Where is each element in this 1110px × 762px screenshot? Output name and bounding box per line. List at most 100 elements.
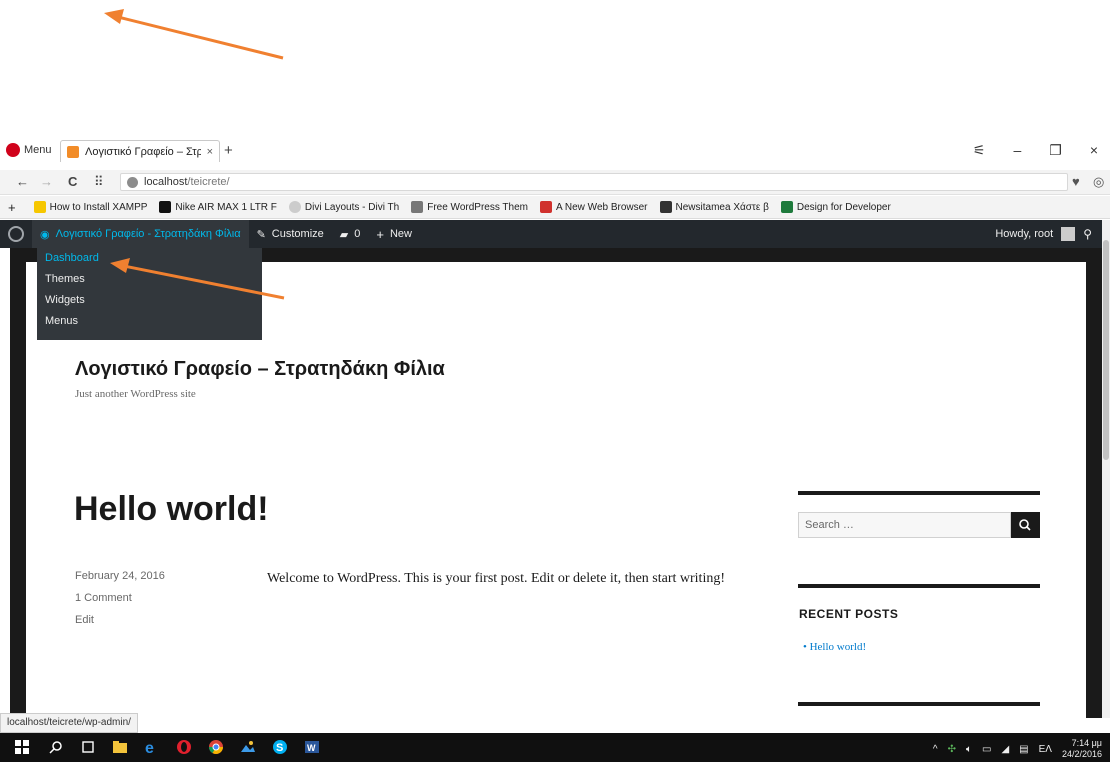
- reload-icon[interactable]: C: [68, 174, 77, 189]
- bookmark-favicon-icon: [780, 201, 793, 213]
- dropdown-item-widgets[interactable]: Widgets: [37, 290, 262, 311]
- wp-admin-bar: ◉ Λογιστικό Γραφείο - Στρατηδάκη Φίλια ✎…: [0, 220, 1102, 248]
- url-host: localhost: [144, 176, 188, 188]
- bookmark-item[interactable]: Newsitamea Χάστε β: [659, 201, 769, 213]
- widget-divider: [798, 702, 1040, 706]
- recent-posts-title: RECENT POSTS: [799, 607, 899, 621]
- site-name-menu[interactable]: ◉ Λογιστικό Γραφείο - Στρατηδάκη Φίλια: [32, 220, 249, 248]
- easy-setup-icon[interactable]: ⚟: [973, 142, 986, 159]
- battery-icon[interactable]: ▭: [982, 744, 991, 755]
- dashboard-icon: ◉: [40, 228, 50, 241]
- speed-dial-icon[interactable]: ⠿: [94, 174, 104, 190]
- plus-icon: +: [376, 226, 384, 242]
- bookmark-favicon-icon: [659, 201, 672, 213]
- site-title[interactable]: Λογιστικό Γραφείο – Στρατηδάκη Φίλια: [75, 358, 445, 381]
- network-app-icon[interactable]: ✣: [948, 744, 956, 755]
- clock-date: 24/2/2016: [1061, 749, 1102, 759]
- bookmark-item[interactable]: How to Install XAMPP: [33, 201, 148, 213]
- window-controls: ⚟ – ❐ ×: [973, 142, 1098, 159]
- close-window-button[interactable]: ×: [1090, 142, 1098, 159]
- search-icon: [1019, 519, 1031, 531]
- post-edit-link[interactable]: Edit: [75, 614, 94, 626]
- skype-icon[interactable]: S: [272, 739, 288, 755]
- status-url-tooltip: localhost/teicrete/wp-admin/: [0, 713, 138, 733]
- bookmark-label: A New Web Browser: [556, 201, 648, 213]
- bookmark-favicon-icon: [159, 201, 172, 213]
- add-bookmark-icon[interactable]: +: [8, 200, 16, 215]
- url-field[interactable]: localhost/teicrete/: [120, 173, 1068, 191]
- post-comments-link[interactable]: 1 Comment: [75, 592, 132, 604]
- dropdown-item-dashboard[interactable]: Dashboard: [37, 248, 262, 269]
- opera-menu-button[interactable]: Menu: [6, 142, 52, 158]
- clock[interactable]: 7:14 μμ 24/2/2016: [1062, 738, 1102, 760]
- input-language[interactable]: ΕΛ: [1039, 744, 1052, 755]
- avatar[interactable]: [1061, 227, 1076, 241]
- svg-text:e: e: [145, 740, 154, 755]
- browser-tab[interactable]: Λογιστικό Γραφείο – Στρα ×: [60, 140, 220, 162]
- recent-post-link[interactable]: • Hello world!: [803, 641, 866, 653]
- url-path: /teicrete/: [187, 176, 230, 188]
- volume-icon[interactable]: 🔈︎: [966, 744, 972, 755]
- minimize-button[interactable]: –: [1013, 142, 1021, 159]
- clock-time: 7:14 μμ: [1071, 738, 1102, 748]
- bookmark-item[interactable]: A New Web Browser: [540, 201, 648, 213]
- profile-icon[interactable]: ◎: [1093, 174, 1104, 190]
- svg-text:W: W: [307, 743, 316, 753]
- search-icon[interactable]: ⚲: [1083, 227, 1092, 241]
- file-explorer-icon[interactable]: [112, 739, 128, 755]
- bookmark-label: Nike AIR MAX 1 LTR F: [175, 201, 277, 213]
- comments-link[interactable]: ▰ 0: [332, 220, 369, 248]
- opera-browser-icon[interactable]: [176, 739, 192, 755]
- widget-divider: [798, 584, 1040, 588]
- site-name-label: Λογιστικό Γραφείο - Στρατηδάκη Φίλια: [55, 228, 241, 240]
- photos-app-icon[interactable]: [240, 739, 256, 755]
- post-body: Welcome to WordPress. This is your first…: [267, 571, 725, 586]
- back-icon[interactable]: ←: [16, 174, 29, 189]
- bookmark-item[interactable]: Divi Layouts - Divi Th: [288, 201, 400, 213]
- bookmark-label: Free WordPress Them: [427, 201, 528, 213]
- dropdown-item-themes[interactable]: Themes: [37, 269, 262, 290]
- new-label: New: [389, 228, 412, 240]
- svg-text:S: S: [276, 742, 283, 754]
- bookmark-item[interactable]: Free WordPress Them: [411, 201, 528, 213]
- bookmark-label: Design for Developer: [796, 201, 891, 213]
- windows-start-icon[interactable]: [14, 739, 30, 755]
- brush-icon: ✎: [256, 228, 266, 241]
- howdy-account-link[interactable]: Howdy, root: [995, 228, 1053, 240]
- notifications-icon[interactable]: ▤: [1019, 744, 1028, 755]
- tab-close-icon[interactable]: ×: [207, 146, 213, 158]
- tab-title: Λογιστικό Γραφείο – Στρα: [85, 145, 201, 158]
- post-title[interactable]: Hello world!: [74, 490, 269, 529]
- post-date[interactable]: February 24, 2016: [75, 570, 165, 582]
- scrollbar-thumb[interactable]: [1103, 240, 1109, 460]
- site-info-icon[interactable]: [127, 176, 138, 188]
- task-view-icon[interactable]: [80, 739, 96, 755]
- bookmark-item[interactable]: Nike AIR MAX 1 LTR F: [159, 201, 277, 213]
- search-icon[interactable]: [48, 739, 64, 755]
- wp-logo-menu[interactable]: [0, 220, 32, 248]
- wifi-icon[interactable]: ◢: [1001, 744, 1009, 755]
- bookmark-label: Newsitamea Χάστε β: [675, 201, 769, 213]
- bookmark-label: Divi Layouts - Divi Th: [304, 201, 400, 213]
- search-button[interactable]: [1011, 512, 1040, 538]
- word-icon[interactable]: W: [304, 739, 320, 755]
- wordpress-logo-icon: [8, 226, 24, 242]
- edge-browser-icon[interactable]: e: [144, 739, 160, 755]
- chevron-up-icon[interactable]: ^: [933, 744, 938, 755]
- heart-icon[interactable]: ♥: [1072, 174, 1080, 189]
- forward-icon[interactable]: →: [40, 174, 53, 189]
- dropdown-item-menus[interactable]: Menus: [37, 311, 262, 332]
- bookmark-item[interactable]: Design for Developer: [780, 201, 891, 213]
- bookmark-label: How to Install XAMPP: [49, 201, 148, 213]
- new-tab-button[interactable]: +: [224, 142, 233, 159]
- system-tray: ^ ✣ 🔈︎ ▭ ◢ ▤ ΕΛ 7:14 μμ 24/2/2016: [933, 738, 1102, 760]
- bookmark-favicon-icon: [288, 201, 301, 213]
- menu-label: Menu: [24, 144, 52, 156]
- bookmark-favicon-icon: [411, 201, 424, 213]
- recent-post-label: Hello world!: [809, 641, 867, 653]
- customize-link[interactable]: ✎ Customize: [249, 220, 332, 248]
- chrome-browser-icon[interactable]: [208, 739, 224, 755]
- maximize-button[interactable]: ❐: [1049, 142, 1062, 159]
- search-input[interactable]: Search …: [798, 512, 1011, 538]
- new-content-menu[interactable]: + New: [368, 220, 420, 248]
